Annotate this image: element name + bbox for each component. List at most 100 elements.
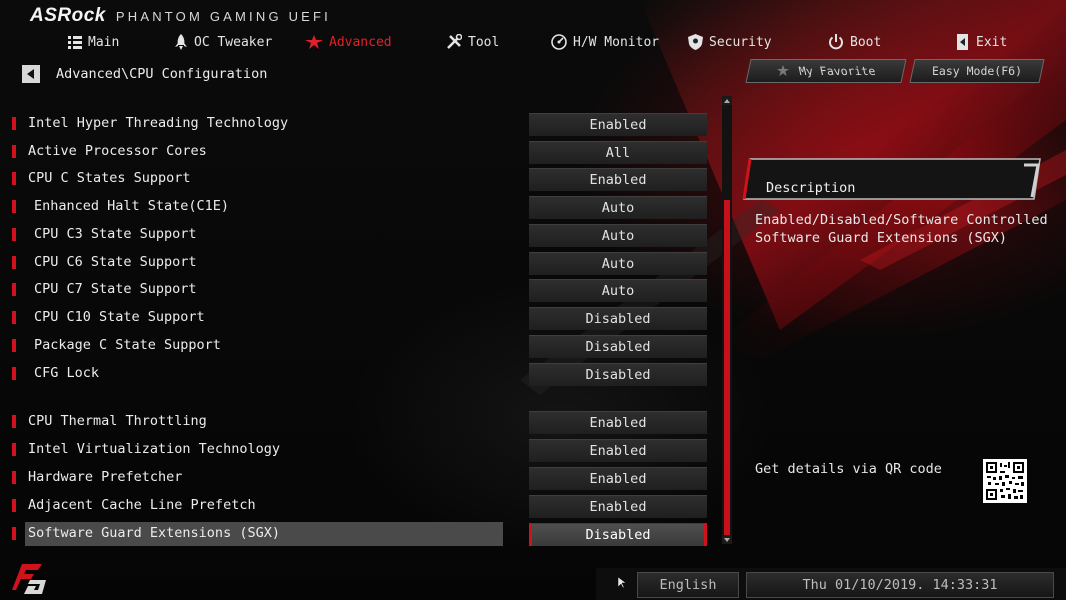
setting-row[interactable]: Active Processor Cores [0,140,520,164]
row-marker [12,228,16,241]
setting-value[interactable]: Enabled [529,411,707,434]
star-outline-icon [776,65,789,76]
breadcrumb-path: Advanced\CPU Configuration [56,66,268,82]
datetime-display: Thu 01/10/2019. 14:33:31 [746,572,1054,598]
setting-label: Intel Hyper Threading Technology [28,115,289,131]
setting-value[interactable]: Auto [529,279,707,302]
setting-label: Hardware Prefetcher [28,469,183,485]
setting-value[interactable]: Enabled [529,168,707,191]
exit-icon [957,34,968,50]
setting-label: Intel Virtualization Technology [28,441,280,457]
setting-value[interactable]: Enabled [529,439,707,462]
setting-label: CPU C10 State Support [34,309,205,325]
setting-value[interactable]: Enabled [529,467,707,490]
tab-hw-monitor-label: H/W Monitor [573,34,660,50]
setting-value[interactable]: Disabled [529,307,707,330]
mouse-cursor-icon [618,577,626,589]
tab-boot-label: Boot [850,34,882,50]
description-text: Enabled/Disabled/Software Controlled Sof… [755,211,1055,247]
setting-label: Active Processor Cores [28,143,207,159]
setting-row[interactable]: CPU C3 State Support [0,223,520,247]
easy-mode-button[interactable]: Easy Mode(F6) [909,59,1045,83]
arrow-down-icon [724,537,730,542]
my-favorite-label: My Favorite [797,64,877,78]
tab-oc-tweaker[interactable]: OC Tweaker [174,31,272,53]
tab-tool[interactable]: Tool [446,31,499,53]
tab-security[interactable]: Security [688,31,772,53]
chevron-left-icon [27,69,34,79]
language-selector[interactable]: English [637,572,739,598]
setting-label: CPU C3 State Support [34,226,197,242]
scrollbar-thumb[interactable] [724,200,730,538]
setting-row[interactable]: CFG Lock [0,362,520,386]
brand-subtitle: PHANTOM GAMING UEFI [115,8,331,24]
tab-tool-label: Tool [468,34,500,50]
tab-security-label: Security [709,34,772,50]
setting-value[interactable]: Disabled [529,523,707,546]
arrow-up-icon [724,98,730,103]
setting-value[interactable]: Enabled [529,495,707,518]
row-marker [12,499,16,512]
tab-hw-monitor[interactable]: H/W Monitor [551,31,659,53]
description-line: Software Guard Extensions (SGX) [755,230,1007,246]
qr-code-icon [986,462,1024,500]
rocket-icon [175,34,187,50]
tab-oc-tweaker-label: OC Tweaker [194,34,273,50]
scroll-up-button[interactable] [722,96,732,105]
row-marker [12,443,16,456]
qr-code[interactable] [983,459,1027,503]
gauge-icon [551,34,567,50]
setting-value[interactable]: Enabled [529,113,707,136]
tab-main[interactable]: Main [68,31,119,53]
setting-value[interactable]: Disabled [529,335,707,358]
setting-row[interactable]: Software Guard Extensions (SGX) [0,522,520,546]
setting-row[interactable]: CPU Thermal Throttling [0,410,520,434]
setting-row[interactable]: Intel Hyper Threading Technology [0,112,520,136]
breadcrumb: Advanced\CPU Configuration [22,64,267,84]
scroll-down-button[interactable] [722,535,732,544]
setting-label: CPU C States Support [28,170,191,186]
setting-label: Enhanced Halt State(C1E) [34,198,230,214]
setting-value[interactable]: All [529,141,707,164]
setting-row[interactable]: Enhanced Halt State(C1E) [0,195,520,219]
tab-boot[interactable]: Boot [828,31,881,53]
row-marker [12,367,16,380]
row-marker [12,172,16,185]
brand-name: ASRock [30,5,106,26]
setting-label: Adjacent Cache Line Prefetch [28,497,256,513]
tab-exit[interactable]: Exit [956,31,1007,53]
row-marker [12,200,16,213]
row-marker [12,527,16,540]
list-icon [68,35,82,49]
setting-value[interactable]: Auto [529,252,707,275]
setting-row[interactable]: Adjacent Cache Line Prefetch [0,494,520,518]
setting-row[interactable]: Package C State Support [0,334,520,358]
tools-icon [447,34,462,49]
shield-icon [688,34,703,50]
tab-main-label: Main [88,34,120,50]
power-icon [829,34,843,50]
row-marker [12,117,16,130]
setting-label: Package C State Support [34,337,221,353]
my-favorite-button[interactable]: My Favorite [745,59,907,83]
tab-advanced[interactable]: Advanced [305,31,392,53]
row-marker [12,471,16,484]
row-marker [12,311,16,324]
setting-label: CPU C6 State Support [34,254,197,270]
setting-row[interactable]: CPU C States Support [0,167,520,191]
setting-row[interactable]: CPU C6 State Support [0,251,520,275]
row-marker [12,283,16,296]
row-marker [12,339,16,352]
setting-row[interactable]: Hardware Prefetcher [0,466,520,490]
setting-value[interactable]: Auto [529,224,707,247]
setting-row[interactable]: Intel Virtualization Technology [0,438,520,462]
setting-row[interactable]: CPU C7 State Support [0,278,520,302]
description-line: Enabled/Disabled/Software Controlled [755,212,1048,228]
setting-value[interactable]: Auto [529,196,707,219]
back-button[interactable] [22,65,40,83]
setting-row[interactable]: CPU C10 State Support [0,306,520,330]
tab-advanced-label: Advanced [329,34,392,50]
setting-value[interactable]: Disabled [529,363,707,386]
phantom-gaming-logo [12,564,46,594]
tab-exit-label: Exit [976,34,1008,50]
